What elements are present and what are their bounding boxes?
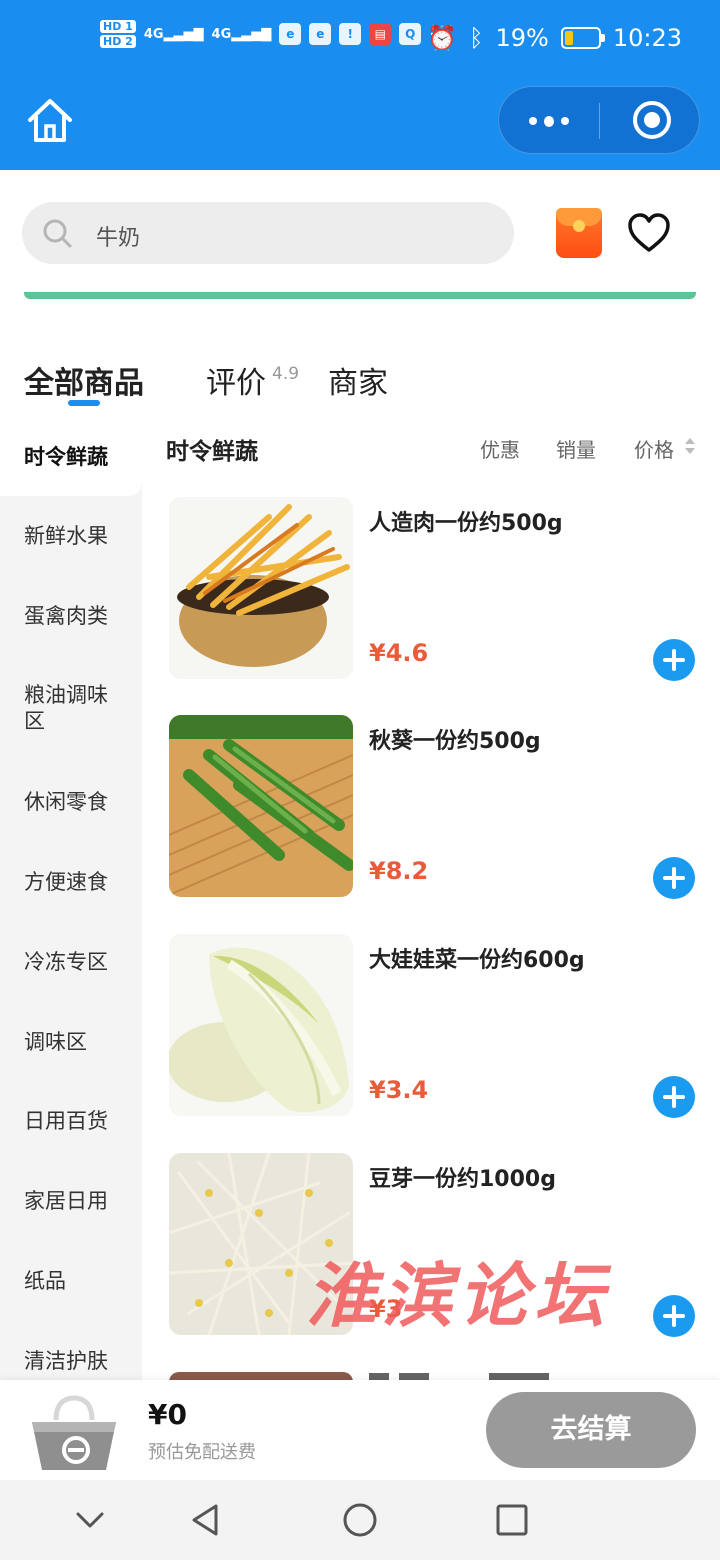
product-name: 大娃娃菜一份约600g	[369, 948, 585, 973]
product-image-baby-cabbage	[169, 934, 353, 1116]
back-icon[interactable]	[186, 1500, 226, 1540]
category-item-paper[interactable]: 纸品	[24, 1268, 124, 1294]
forum-watermark: 淮滨论坛	[306, 1254, 610, 1337]
tab-reviews[interactable]: 评价	[206, 358, 266, 402]
add-to-cart-button[interactable]	[653, 639, 695, 681]
signal1-icon: 4G▂▃▅▇	[143, 26, 204, 42]
hd-indicators: HD 1 HD 2	[100, 20, 136, 48]
red-packet-icon[interactable]	[556, 208, 602, 258]
hd2-badge: HD 2	[100, 35, 136, 48]
sim-icon: !	[339, 23, 362, 45]
bluetooth-icon: ᛒ	[469, 24, 484, 52]
category-item-frozen[interactable]: 冷冻专区	[24, 949, 124, 975]
product-row[interactable]: 大娃娃菜一份约600g ¥3.4	[142, 934, 720, 1134]
search-icon	[43, 219, 72, 248]
cart-total: ¥0	[148, 1398, 187, 1431]
clock: 10:23	[612, 24, 682, 52]
app-notify-icon: e	[279, 23, 302, 45]
heart-icon[interactable]	[626, 210, 672, 256]
sort-price[interactable]: 价格	[634, 434, 674, 463]
product-row[interactable]: 秋葵一份约500g ¥8.2	[142, 715, 720, 915]
search-notify-icon: Q	[399, 23, 422, 45]
product-name: 人造肉一份约500g	[369, 511, 563, 536]
app-notify-icon-2: e	[309, 23, 332, 45]
category-item-meat-eggs[interactable]: 蛋禽肉类	[24, 603, 124, 629]
tab-indicator	[68, 400, 100, 406]
system-nav-bar	[0, 1480, 720, 1560]
home-circle-icon[interactable]	[340, 1500, 380, 1540]
category-item-instant-food[interactable]: 方便速食	[24, 869, 124, 895]
hd1-badge: HD 1	[100, 20, 136, 33]
section-title: 时令鲜蔬	[166, 439, 258, 465]
category-item-household[interactable]: 家居日用	[24, 1188, 124, 1214]
cart-bar: ¥0 预估免配送费 去结算	[0, 1380, 720, 1480]
shopping-basket-icon[interactable]	[28, 1390, 120, 1476]
add-to-cart-button[interactable]	[653, 1076, 695, 1118]
product-price: ¥3.4	[369, 1076, 429, 1104]
search-placeholder: 牛奶	[96, 226, 141, 251]
category-item-daily-goods[interactable]: 日用百货	[24, 1108, 124, 1134]
target-icon[interactable]	[633, 101, 671, 139]
status-bar: HD 1 HD 2 4G▂▃▅▇ 4G▂▃▅▇ e e ! ▤ Q ··· ⏰ …	[0, 0, 720, 84]
tab-merchant[interactable]: 商家	[328, 358, 388, 402]
sort-discount[interactable]: 优惠	[480, 434, 520, 463]
signal2-icon: 4G▂▃▅▇	[211, 26, 272, 42]
review-rating: 4.9	[272, 364, 300, 384]
category-item-cleaning[interactable]: 清洁护肤	[24, 1348, 124, 1374]
category-sidebar	[0, 420, 142, 1380]
checkout-button[interactable]: 去结算	[486, 1392, 696, 1468]
capsule-divider	[599, 103, 600, 139]
tab-all-products[interactable]: 全部商品	[24, 358, 144, 402]
recent-apps-icon[interactable]	[492, 1500, 532, 1540]
product-row[interactable]: 人造肉一份约500g ¥4.6	[142, 497, 720, 697]
banner-edge	[24, 292, 696, 299]
product-price: ¥8.2	[369, 857, 429, 885]
add-to-cart-button[interactable]	[653, 1295, 695, 1337]
product-name: 秋葵一份约500g	[369, 729, 541, 754]
battery-icon	[560, 27, 605, 49]
status-right: ⏰ ᛒ 19% 10:23	[427, 24, 682, 52]
product-image-okra	[169, 715, 353, 897]
sort-sales[interactable]: 销量	[556, 434, 596, 463]
alarm-icon: ⏰	[427, 24, 458, 52]
category-item-snacks[interactable]: 休闲零食	[24, 789, 124, 815]
app-header: HD 1 HD 2 4G▂▃▅▇ 4G▂▃▅▇ e e ! ▤ Q ··· ⏰ …	[0, 0, 720, 170]
search-input[interactable]: 牛奶	[22, 202, 514, 264]
delivery-fee-note: 预估免配送费	[148, 1442, 256, 1463]
product-name: 豆芽一份约1000g	[369, 1167, 556, 1192]
chevron-down-icon[interactable]	[70, 1500, 110, 1540]
miniapp-capsule	[498, 86, 700, 154]
add-to-cart-button[interactable]	[653, 857, 695, 899]
product-price: ¥4.6	[369, 639, 429, 667]
battery-percent: 19%	[495, 24, 549, 52]
category-item-seasonal-veg[interactable]: 时令鲜蔬	[24, 444, 124, 470]
category-item-seasoning[interactable]: 调味区	[24, 1029, 124, 1055]
product-image-fake-meat	[169, 497, 353, 679]
category-item-grain-oil[interactable]: 粮油调味区	[24, 682, 124, 734]
category-item-fruit[interactable]: 新鲜水果	[24, 523, 124, 549]
home-icon[interactable]	[24, 96, 76, 146]
status-left: HD 1 HD 2 4G▂▃▅▇ 4G▂▃▅▇ e e ! ▤ Q ···	[100, 20, 449, 48]
sort-arrows-icon[interactable]	[685, 438, 695, 458]
more-dots-icon[interactable]	[529, 107, 569, 135]
book-icon: ▤	[369, 23, 392, 45]
